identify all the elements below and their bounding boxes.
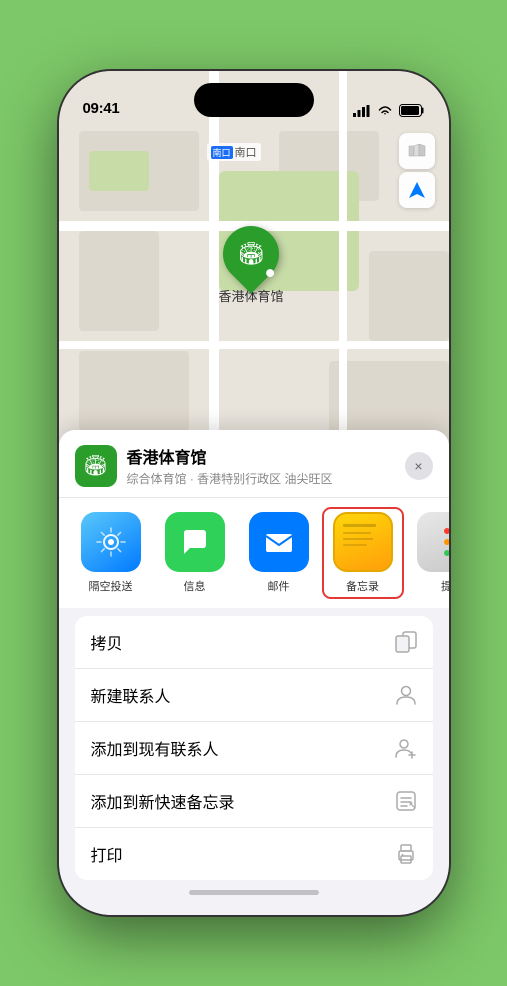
person-add-icon — [395, 737, 417, 759]
phone-screen: 09:41 — [59, 71, 449, 915]
close-button[interactable]: × — [405, 452, 433, 480]
stadium-marker: 🏟 香港体育馆 — [219, 226, 284, 305]
map-type-icon — [407, 141, 427, 161]
print-icon — [395, 843, 417, 865]
notes-label: 备忘录 — [346, 578, 379, 594]
add-notes-label: 添加到新快速备忘录 — [91, 789, 235, 813]
location-subtitle: 综合体育馆 · 香港特别行政区 油尖旺区 — [127, 470, 405, 487]
share-item-messages[interactable]: 信息 — [159, 512, 231, 594]
signal-icon — [353, 105, 371, 117]
copy-symbol — [395, 631, 417, 653]
mail-label: 邮件 — [268, 578, 290, 594]
messages-symbol — [178, 525, 212, 559]
phone-frame: 09:41 — [59, 71, 449, 915]
share-row: 隔空投送 信息 — [59, 498, 449, 608]
nankou-tag: 南口 — [211, 146, 233, 159]
notes-icon — [333, 512, 393, 572]
location-header: 🏟 香港体育馆 综合体育馆 · 香港特别行政区 油尖旺区 × — [59, 430, 449, 498]
print-label: 打印 — [91, 842, 123, 866]
action-print[interactable]: 打印 — [75, 828, 433, 880]
copy-icon — [395, 631, 417, 653]
home-indicator — [189, 890, 319, 895]
action-add-notes[interactable]: 添加到新快速备忘录 — [75, 775, 433, 828]
stadium-icon: 🏟 — [237, 241, 265, 267]
person-add-symbol — [395, 737, 417, 759]
bottom-sheet: 🏟 香港体育馆 综合体育馆 · 香港特别行政区 油尖旺区 × — [59, 430, 449, 915]
quick-notes-icon — [395, 790, 417, 812]
location-icon: 🏟 — [75, 445, 117, 487]
location-arrow-icon — [408, 181, 426, 199]
map-controls — [399, 133, 435, 208]
print-symbol — [395, 843, 417, 865]
messages-label: 信息 — [184, 578, 206, 594]
new-contact-label: 新建联系人 — [91, 683, 171, 707]
status-time: 09:41 — [83, 100, 120, 117]
wifi-icon — [377, 105, 393, 117]
action-list: 拷贝 新建联系人 — [75, 616, 433, 880]
map-label-nankou: 南口 南口 — [207, 143, 261, 161]
marker-pin: 🏟 — [211, 214, 290, 293]
action-copy[interactable]: 拷贝 — [75, 616, 433, 669]
dynamic-island — [194, 83, 314, 117]
location-info: 香港体育馆 综合体育馆 · 香港特别行政区 油尖旺区 — [127, 444, 405, 487]
share-item-more[interactable]: 提 — [411, 512, 449, 594]
action-new-contact[interactable]: 新建联系人 — [75, 669, 433, 722]
location-button[interactable] — [399, 172, 435, 208]
messages-icon — [165, 512, 225, 572]
share-item-airdrop[interactable]: 隔空投送 — [75, 512, 147, 594]
mail-symbol — [262, 525, 296, 559]
share-item-mail[interactable]: 邮件 — [243, 512, 315, 594]
nankou-text: 南口 — [235, 144, 257, 160]
map-type-button[interactable] — [399, 133, 435, 169]
more-icon — [417, 512, 449, 572]
quick-notes-symbol — [395, 790, 417, 812]
person-symbol — [395, 684, 417, 706]
action-add-contact[interactable]: 添加到现有联系人 — [75, 722, 433, 775]
close-icon: × — [414, 458, 422, 474]
airdrop-label: 隔空投送 — [89, 578, 133, 594]
add-contact-label: 添加到现有联系人 — [91, 736, 219, 760]
mail-icon — [249, 512, 309, 572]
battery-icon — [399, 104, 425, 117]
status-icons — [353, 104, 425, 117]
airdrop-symbol — [95, 526, 127, 558]
person-icon — [395, 684, 417, 706]
location-name: 香港体育馆 — [127, 444, 405, 468]
airdrop-icon — [81, 512, 141, 572]
share-item-notes[interactable]: 备忘录 — [327, 512, 399, 594]
copy-label: 拷贝 — [91, 630, 123, 654]
more-label: 提 — [441, 578, 449, 594]
